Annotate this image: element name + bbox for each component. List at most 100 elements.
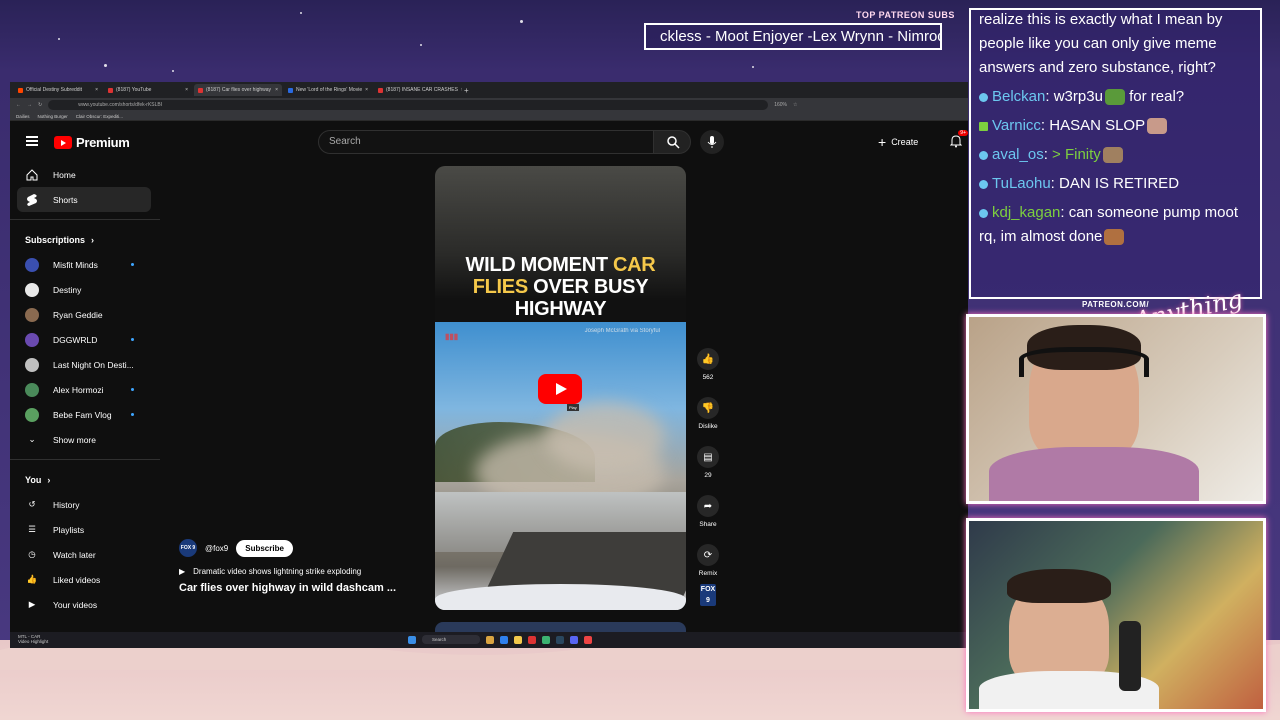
channel-handle[interactable]: @fox9 <box>205 544 228 553</box>
subscribe-button[interactable]: Subscribe <box>236 539 293 557</box>
microphone <box>1119 621 1141 691</box>
taskbar-now-playing[interactable]: MTL - CAR Video Highlight <box>18 634 48 644</box>
close-tab-icon[interactable]: × <box>275 87 278 93</box>
you-heading[interactable]: You › <box>10 467 160 492</box>
taskbar-search[interactable]: Search <box>422 635 480 644</box>
search-button[interactable] <box>653 130 691 154</box>
discord-icon[interactable] <box>570 635 578 644</box>
channel-avatar[interactable]: FOX 9 <box>179 539 197 557</box>
app-icon[interactable] <box>528 635 536 644</box>
new-tab-icon[interactable]: + <box>464 86 469 95</box>
windows-taskbar: MTL - CAR Video Highlight Search <box>10 632 968 648</box>
channel-avatar <box>25 332 39 347</box>
streamer-shirt <box>989 447 1199 501</box>
voice-search-button[interactable] <box>700 130 724 154</box>
bookmark-star-icon[interactable]: ☆ <box>793 102 797 108</box>
chrome-icon[interactable] <box>584 635 592 644</box>
sidebar-item-playlists[interactable]: ☰ Playlists <box>10 517 160 542</box>
folder-icon[interactable] <box>514 635 522 644</box>
channel-logo-small[interactable]: FOX 9 <box>700 584 716 606</box>
play-icon: ▶ <box>179 567 186 576</box>
reload-icon[interactable]: ↻ <box>38 102 42 108</box>
url-field[interactable]: www.youtube.com/shorts/dfek-rKSLBI <box>48 100 769 110</box>
hamburger-menu-icon[interactable] <box>26 136 38 146</box>
plus-icon: + <box>878 134 887 150</box>
windows-start-icon[interactable] <box>408 635 416 644</box>
new-content-dot <box>131 388 134 391</box>
thumbs-up-icon: 👍 <box>26 574 38 584</box>
browser-tab[interactable]: (8187) INSANE CAR CRASHES× <box>374 84 462 96</box>
subscription-item[interactable]: DGGWRLD <box>10 327 160 352</box>
youtube-play-icon <box>54 136 72 149</box>
app-icon[interactable] <box>500 635 508 644</box>
chat-message: Belckan: w3rp3u for real? <box>979 85 1252 109</box>
close-tab-icon[interactable]: × <box>365 87 368 93</box>
zoom-indicator[interactable]: 160% <box>774 102 787 108</box>
browser-tab-active[interactable]: (8187) Car flies over highway × <box>194 84 282 96</box>
bookmark-item[interactable]: Nothing Burger <box>38 114 68 119</box>
new-content-dot <box>131 263 134 266</box>
app-icon[interactable] <box>542 635 550 644</box>
channel-avatar <box>25 407 39 422</box>
related-video-link[interactable]: ▶ Dramatic video shows lightning strike … <box>179 567 419 576</box>
play-button[interactable] <box>538 374 582 404</box>
sidebar-item-history[interactable]: ↺ History <box>10 492 160 517</box>
address-bar: ← → ↻ www.youtube.com/shorts/dfek-rKSLBI… <box>10 98 968 112</box>
close-tab-icon[interactable]: × <box>95 87 98 93</box>
youtube-sidebar: Home Shorts Subscriptions › Misfit Minds … <box>10 162 160 648</box>
close-tab-icon[interactable]: × <box>185 87 188 93</box>
steam-icon[interactable] <box>556 635 564 644</box>
subscription-item[interactable]: Destiny <box>10 277 160 302</box>
channel-avatar <box>25 257 39 272</box>
sidebar-item-liked-videos[interactable]: 👍 Liked videos <box>10 567 160 592</box>
subscription-item[interactable]: Ryan Geddie <box>10 302 160 327</box>
share-button[interactable]: ➦ Share <box>696 495 720 528</box>
search-input[interactable]: Search <box>318 130 654 154</box>
channel-avatar <box>25 382 39 397</box>
subscription-item[interactable]: Alex Hormozi <box>10 377 160 402</box>
like-button[interactable]: 👍 562 <box>696 348 720 381</box>
bookmark-item[interactable]: Clair Obscur: Expediti... <box>76 114 123 119</box>
channel-avatar <box>25 357 39 372</box>
dislike-button[interactable]: 👎 Dislike <box>696 397 720 430</box>
chat-message: Varnicc: HASAN SLOP <box>979 114 1252 138</box>
sidebar-item-shorts[interactable]: Shorts <box>17 187 151 212</box>
tab-bar: Official Destiny Subreddit × (8187) YouTu… <box>10 82 968 98</box>
create-button[interactable]: + Create <box>878 132 934 152</box>
play-tooltip: Play <box>567 404 579 411</box>
notification-badge: 9+ <box>958 130 968 136</box>
chat-message: aval_os: > Finity <box>979 143 1252 167</box>
youtube-header: Premium Search + Create 9+ <box>10 122 968 162</box>
next-short-preview[interactable] <box>435 622 686 632</box>
video-headline: WILD MOMENT CAR FLIES OVER BUSY HIGHWAY <box>465 254 656 320</box>
browser-tab[interactable]: New 'Lord of the Rings' Movie × <box>284 84 372 96</box>
stream-chat: realize this is exactly what I mean by p… <box>969 8 1262 299</box>
chevron-right-icon: › <box>47 474 51 485</box>
patreon-ticker: ckless - Moot Enjoyer -Lex Wrynn - Nimro… <box>644 23 942 50</box>
share-icon: ➦ <box>697 495 719 517</box>
close-tab-icon[interactable]: × <box>461 87 462 93</box>
browser-tab[interactable]: (8187) YouTube × <box>104 84 192 96</box>
history-icon: ↺ <box>28 499 36 509</box>
subscription-item[interactable]: Last Night On Desti... <box>10 352 160 377</box>
bookmark-item[interactable]: Dailies <box>16 114 30 119</box>
notifications-bell-icon[interactable]: 9+ <box>949 130 968 148</box>
youtube-premium-logo[interactable]: Premium <box>54 135 130 150</box>
subscription-item[interactable]: Bebe Fam Vlog <box>10 402 160 427</box>
subscription-item[interactable]: Misfit Minds <box>10 252 160 277</box>
remix-button[interactable]: ⟳ Remix <box>696 544 720 577</box>
app-icon[interactable] <box>486 635 494 644</box>
sidebar-item-home[interactable]: Home <box>10 162 160 187</box>
chat-badge-icon <box>979 150 988 160</box>
show-more-button[interactable]: ⌄ Show more <box>10 427 160 452</box>
comments-button[interactable]: ▤ 29 <box>696 446 720 479</box>
forward-icon[interactable]: → <box>27 102 32 108</box>
short-title[interactable]: Car flies over highway in wild dashcam .… <box>179 582 419 594</box>
sidebar-item-your-videos[interactable]: ▶ Your videos <box>10 592 160 617</box>
back-icon[interactable]: ← <box>16 102 21 108</box>
shorts-video-player[interactable]: WILD MOMENT CAR FLIES OVER BUSY HIGHWAY … <box>435 166 686 610</box>
comment-icon: ▤ <box>697 446 719 468</box>
sidebar-item-watch-later[interactable]: ◷ Watch later <box>10 542 160 567</box>
subscriptions-heading[interactable]: Subscriptions › <box>10 227 160 252</box>
browser-tab[interactable]: Official Destiny Subreddit × <box>14 84 102 96</box>
